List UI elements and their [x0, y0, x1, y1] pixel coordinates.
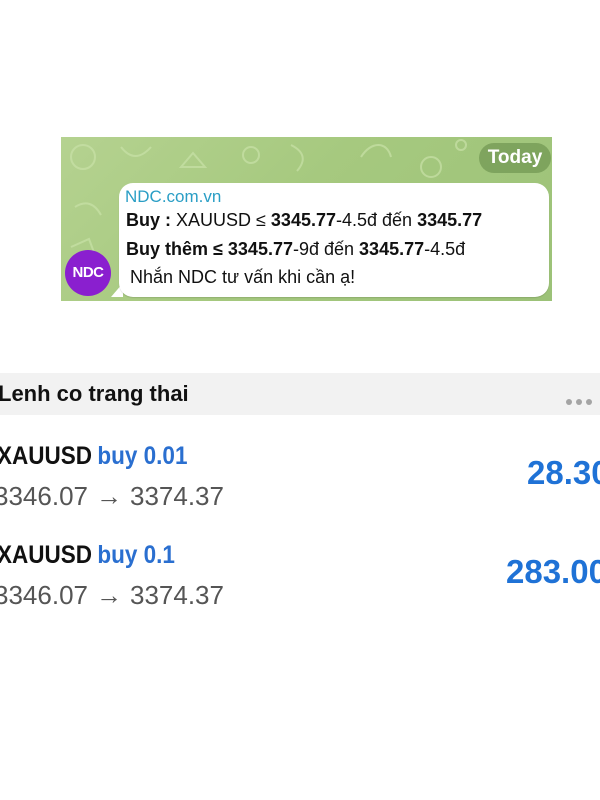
buy-more-label: Buy thêm ≤ — [126, 239, 228, 259]
order-current-price: 3374.37 — [129, 580, 224, 610]
order-row[interactable]: XAUUSDbuy 0.01 3346.07→3374.37 28.30 — [0, 436, 600, 532]
more-options-icon[interactable] — [566, 392, 600, 405]
message-line-buy: Buy : XAUUSD ≤ 3345.77-4.5đ đến 3345.77 — [126, 210, 482, 231]
sender-name-link[interactable]: NDC.com.vn — [125, 187, 221, 207]
order-open-price: 3346.07 — [0, 481, 88, 511]
order-symbol: XAUUSD — [0, 442, 93, 470]
chat-message-panel: Today NDC NDC.com.vn Buy : XAUUSD ≤ 3345… — [61, 137, 552, 301]
buy-more-price-to: 3345.77 — [359, 239, 425, 259]
order-profit: 28.30 — [527, 454, 600, 491]
order-side-volume: buy 0.1 — [97, 541, 175, 569]
order-row[interactable]: XAUUSD buy 0.1 3346.07 → 3374.37 283.00 — [0, 535, 600, 631]
message-bubble[interactable]: NDC.com.vn Buy : XAUUSD ≤ 3345.77-4.5đ đ… — [119, 183, 549, 297]
sender-avatar[interactable]: NDC — [65, 250, 111, 296]
order-profit: 283.00 — [506, 553, 600, 590]
order-price-line: 3346.07 → 3374.37 — [0, 580, 224, 611]
order-side-volume: buy 0.01 — [97, 442, 188, 470]
buy-label: Buy : — [126, 210, 177, 230]
order-symbol: XAUUSD — [0, 541, 93, 569]
buy-price-to: 3345.77 — [417, 210, 483, 230]
message-line-buy-more: Buy thêm ≤ 3345.77-9đ đến 3345.77-4.5đ — [126, 239, 465, 260]
buy-more-price-from: 3345.77 — [227, 239, 293, 259]
buy-price-from: 3345.77 — [270, 210, 336, 230]
buy-more-offset-from: -9đ đến — [292, 239, 360, 259]
arrow-right-icon: → — [95, 580, 122, 610]
date-pill: Today — [479, 143, 551, 173]
buy-offset: -4.5đ đến — [336, 210, 418, 230]
message-line-contact: Nhắn NDC tư vấn khi cần ạ! — [130, 267, 356, 287]
orders-list-title: Lenh co trang thai — [0, 381, 189, 406]
order-symbol-line: XAUUSD buy 0.01 — [0, 442, 187, 471]
buy-more-offset-to: -4.5đ — [424, 239, 466, 259]
order-price-line: 3346.07 → 3374.37 — [0, 481, 224, 512]
arrow-right-icon: → — [95, 481, 122, 511]
order-open-price: 3346.07 — [0, 580, 88, 610]
order-current-price: 3374.37 — [129, 481, 224, 511]
order-symbol-line: XAUUSD buy 0.1 — [0, 541, 175, 570]
le-sign: ≤ — [251, 210, 271, 230]
buy-symbol: XAUUSD — [176, 210, 252, 230]
orders-list-header: Lenh co trang thai — [0, 373, 600, 415]
